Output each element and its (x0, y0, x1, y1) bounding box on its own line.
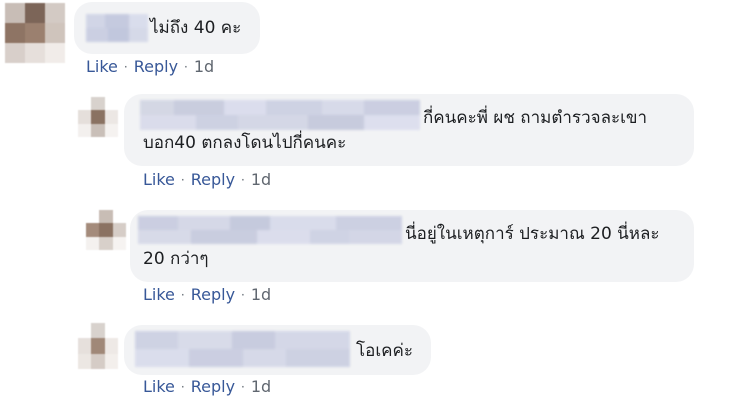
reply-button[interactable]: Reply (134, 57, 178, 76)
comment-actions: Like · Reply · 1d (143, 285, 271, 304)
comment-actions: Like · Reply · 1d (143, 377, 271, 396)
comment-actions: Like · Reply · 1d (86, 57, 214, 76)
blurred-author-name[interactable] (135, 331, 350, 367)
like-button[interactable]: Like (143, 170, 175, 189)
avatar[interactable] (78, 97, 118, 137)
reply-button[interactable]: Reply (191, 377, 235, 396)
like-button[interactable]: Like (143, 377, 175, 396)
separator-dot: · (184, 59, 188, 74)
separator-dot: · (180, 287, 185, 302)
avatar[interactable] (5, 3, 65, 63)
comment-text-line-1: นี่อยู่ในเหตุการ์ ประมาณ 20 นี่หละ (405, 224, 660, 244)
comment-actions: Like · Reply · 1d (143, 170, 271, 189)
blurred-author-name[interactable] (86, 14, 148, 42)
comment-text: ไม่ถึง 40 คะ (150, 18, 242, 38)
reply-button[interactable]: Reply (191, 170, 235, 189)
separator-dot: · (123, 59, 128, 74)
separator-dot: · (180, 379, 185, 394)
avatar[interactable] (78, 323, 118, 369)
blurred-author-name[interactable] (140, 100, 420, 130)
comment-text-line-2: บอก40 ตกลงโดนไปกี่คนคะ (143, 133, 347, 153)
reply-button[interactable]: Reply (191, 285, 235, 304)
separator-dot: · (180, 172, 185, 187)
separator-dot: · (241, 172, 245, 187)
comment-text-line-1: กี่คนคะพี่ ผช ถามตำรวจละเขา (423, 108, 648, 128)
timestamp[interactable]: 1d (194, 57, 214, 76)
timestamp[interactable]: 1d (251, 285, 271, 304)
timestamp[interactable]: 1d (251, 377, 271, 396)
separator-dot: · (241, 287, 245, 302)
comment-text: โอเคค่ะ (356, 341, 414, 361)
separator-dot: · (241, 379, 245, 394)
avatar[interactable] (86, 210, 126, 250)
blurred-author-name[interactable] (138, 216, 402, 244)
comment-text-line-2: 20 กว่าๆ (143, 249, 209, 269)
like-button[interactable]: Like (143, 285, 175, 304)
like-button[interactable]: Like (86, 57, 118, 76)
timestamp[interactable]: 1d (251, 170, 271, 189)
